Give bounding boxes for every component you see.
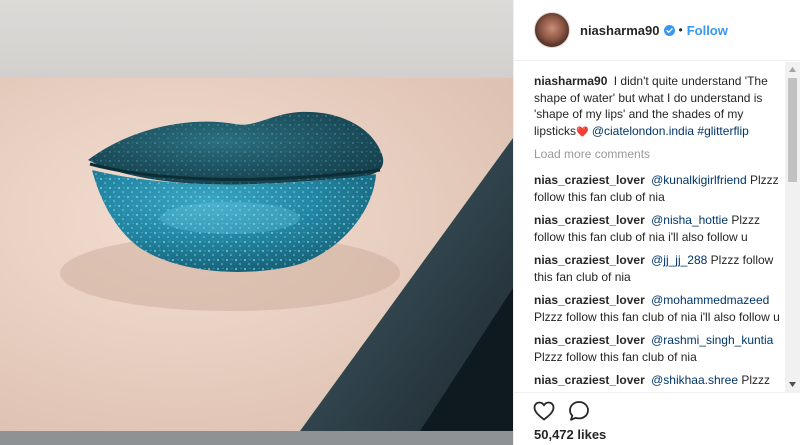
comment-username[interactable]: nias_craziest_lover [534, 173, 645, 187]
comment-mention[interactable]: @shikhaa.shree [651, 373, 738, 387]
comment-username[interactable]: nias_craziest_lover [534, 253, 645, 267]
comment-item: nias_craziest_lover @jj_jj_288 Plzzz fol… [534, 252, 783, 285]
verified-badge-icon [663, 24, 675, 36]
heart-emoji-icon: ❤️ [576, 126, 589, 138]
header-separator: • [678, 23, 683, 37]
comment-mention[interactable]: @mohammedmazeed [651, 293, 769, 307]
comment-icon[interactable] [567, 399, 591, 423]
comments-list[interactable]: niasharma90 I didn't quite understand 'T… [514, 62, 800, 392]
comment-username[interactable]: nias_craziest_lover [534, 213, 645, 227]
follow-button[interactable]: Follow [687, 23, 728, 38]
comment-username[interactable]: nias_craziest_lover [534, 333, 645, 347]
comment-item: nias_craziest_lover @rashmi_singh_kuntia… [534, 332, 783, 365]
scroll-up-arrow-icon[interactable] [785, 62, 800, 77]
caption-hashtag[interactable]: #glitterflip [697, 124, 748, 138]
load-more-comments-button[interactable]: Load more comments [534, 147, 783, 161]
comment-text: Plzzz follow this fan club of nia [534, 349, 697, 364]
comment-item: nias_craziest_lover @shikhaa.shree Plzzz… [534, 372, 783, 392]
comment-item: nias_craziest_lover @nisha_hottie Plzzz … [534, 212, 783, 245]
scroll-down-arrow-icon[interactable] [785, 377, 800, 392]
lips-photo-illustration [60, 111, 513, 431]
post-caption: niasharma90 I didn't quite understand 'T… [534, 73, 783, 141]
header-username[interactable]: niasharma90 [580, 23, 660, 38]
heart-icon[interactable] [532, 399, 556, 423]
comment-username[interactable]: nias_craziest_lover [534, 293, 645, 307]
image-letterbox-bottom [0, 431, 513, 445]
scrollbar-thumb[interactable] [788, 78, 797, 182]
comment-username[interactable]: nias_craziest_lover [534, 373, 645, 387]
comment-text: Plzzz follow this fan club of nia i'll a… [534, 309, 780, 324]
image-letterbox-top [0, 0, 513, 78]
post-side-panel: niasharma90 • Follow niasharma90 I didn'… [513, 0, 800, 445]
comment-mention[interactable]: @jj_jj_288 [651, 253, 707, 267]
post-photo[interactable] [0, 78, 513, 431]
avatar[interactable] [534, 12, 570, 48]
comment-mention[interactable]: @kunalkigirlfriend [651, 173, 747, 187]
caption-username[interactable]: niasharma90 [534, 74, 607, 88]
comments-scrollbar[interactable] [785, 62, 800, 392]
comment-item: nias_craziest_lover @mohammedmazeed Plzz… [534, 292, 783, 325]
comment-mention[interactable]: @nisha_hottie [651, 213, 728, 227]
caption-mention[interactable]: @ciatelondon.india [592, 124, 694, 138]
comment-mention[interactable]: @rashmi_singh_kuntia [651, 333, 773, 347]
post-image-pane [0, 0, 513, 445]
post-actions: 50,472 likes [514, 392, 800, 445]
comment-item: nias_craziest_lover @kunalkigirlfriend P… [534, 172, 783, 205]
likes-count[interactable]: 50,472 likes [534, 427, 606, 442]
post-header: niasharma90 • Follow [514, 0, 800, 61]
